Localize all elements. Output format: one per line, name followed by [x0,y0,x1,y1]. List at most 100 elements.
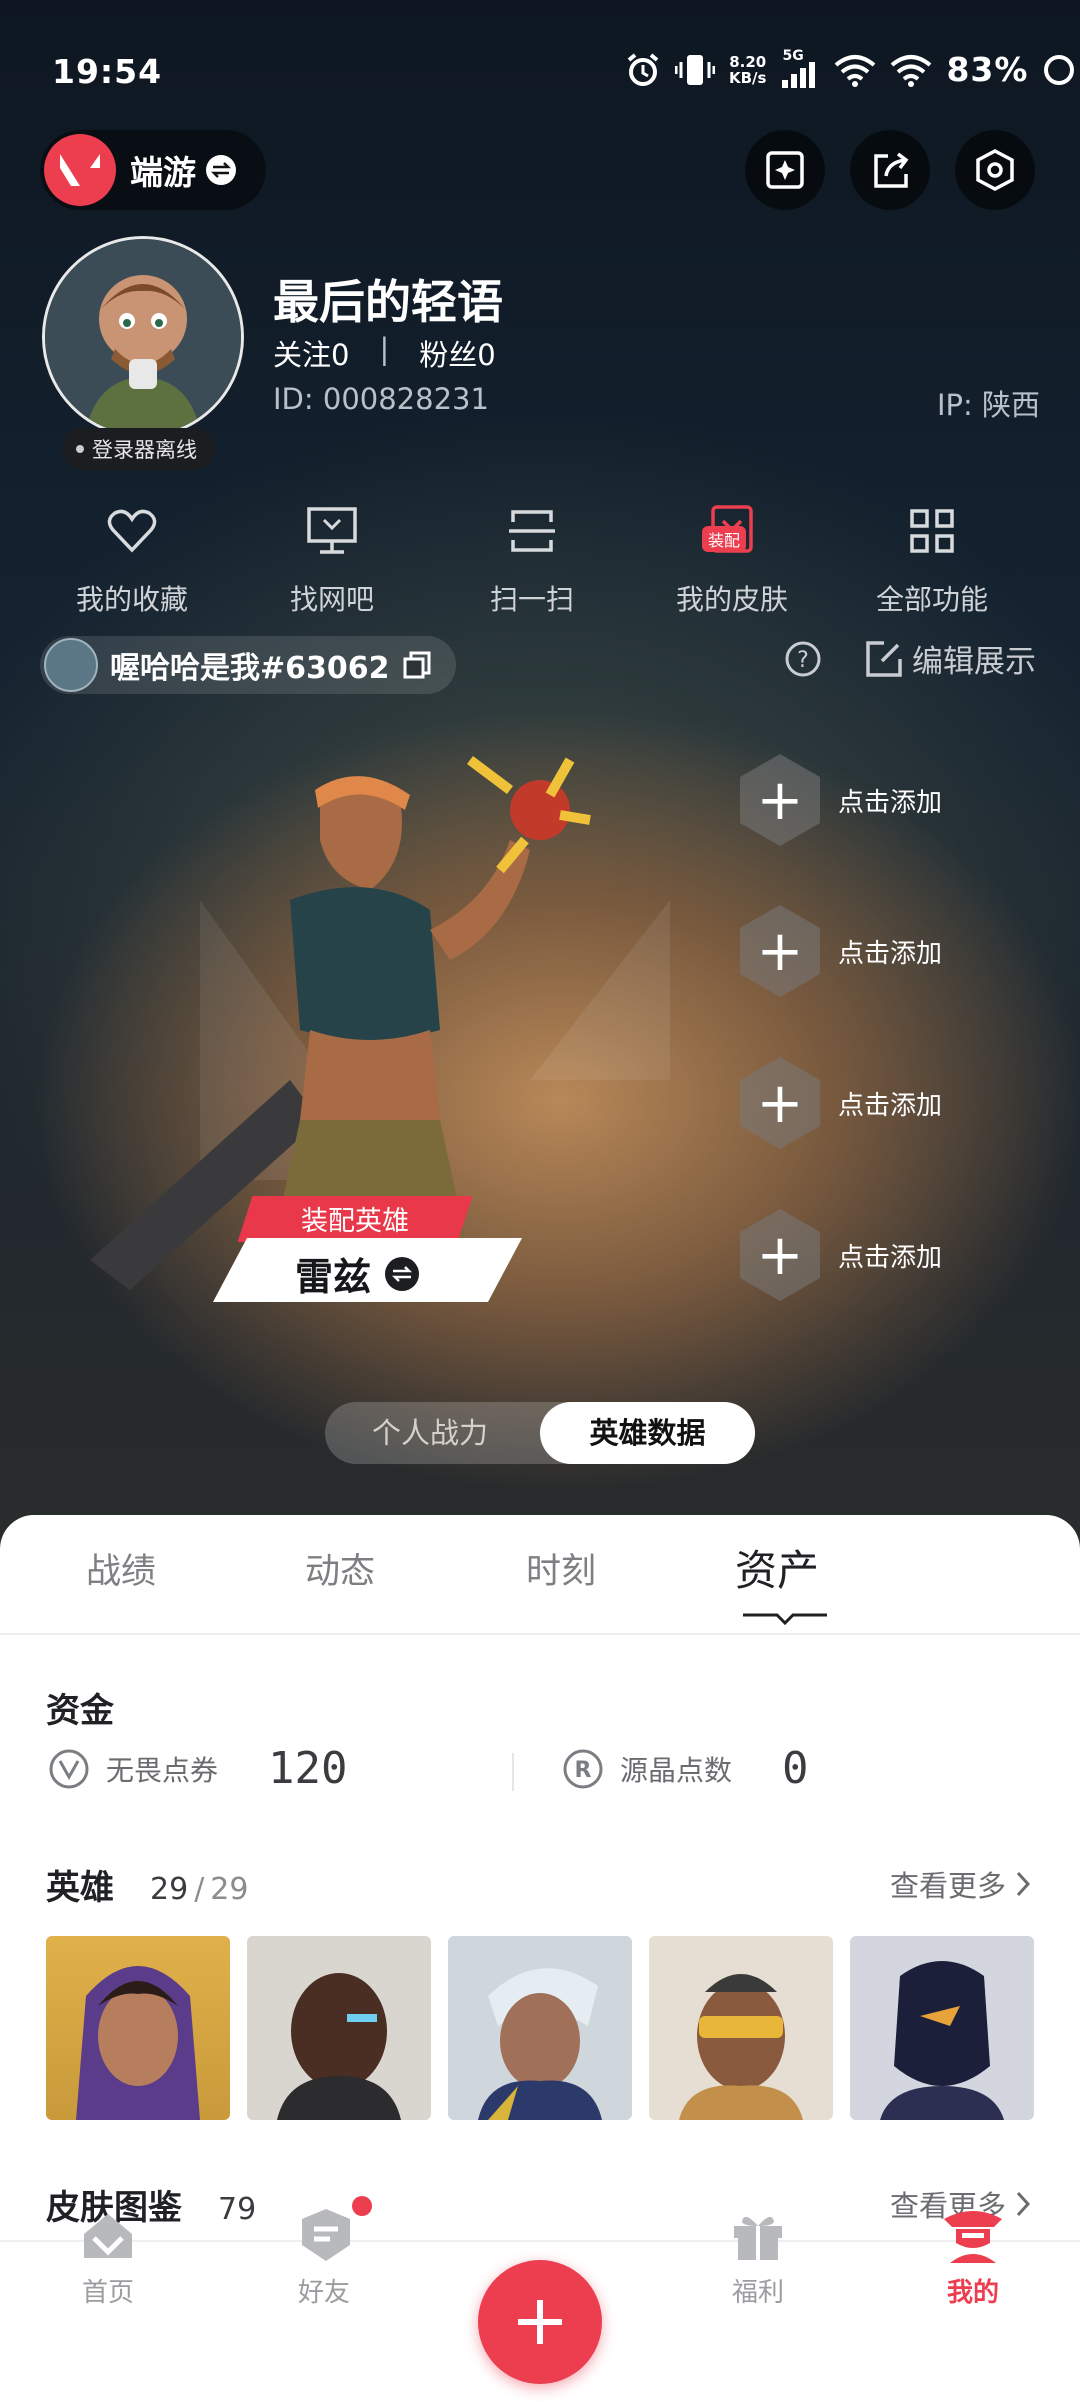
agent-portrait [478,1968,602,2120]
quick-menu-label: 扫一扫 [489,583,574,616]
add-slot-label: 点击添加 [838,1090,943,1121]
launcher-status-text: 登录器离线 [92,438,197,462]
rp-value: 0 [782,1743,809,1794]
riot-account-chip[interactable]: 喔哈哈是我#63062 [40,636,456,694]
agent-thumb[interactable] [649,1936,833,2120]
sparkle-frame-icon [766,151,804,189]
stats-separator: | [379,332,390,366]
quick-menu-label: 找网吧 [289,583,374,616]
add-slot-label: 点击添加 [838,1242,943,1273]
agent-portrait [277,1973,401,2120]
share-icon [874,152,909,188]
rp-row: R 源晶点数 0 [562,1743,809,1794]
offline-dot-icon [76,445,84,453]
cellular-signal-icon: 5G [780,48,820,88]
plus-icon [518,2300,562,2344]
rp-label: 源晶点数 [620,1753,733,1787]
skins-count: 79 [218,2192,257,2227]
agents-more-link[interactable]: 查看更多 [890,1863,1032,1905]
avatar[interactable] [42,236,244,438]
quick-menu-all-functions[interactable]: 全部功能 [832,496,1032,618]
vibrate-icon [675,54,715,85]
edit-showcase-button[interactable]: 编辑展示 [864,636,1036,681]
nav-home[interactable]: 首页 [48,2272,168,2309]
chevron-right-icon [1016,2191,1031,2217]
agents-slash: / [194,1872,205,1907]
tab-assets[interactable]: 资产 [735,1537,819,1598]
vp-value: 120 [268,1743,348,1794]
funds-divider [512,1753,514,1791]
agent-thumb[interactable] [448,1936,632,2120]
agent-name: 雷兹 [295,1255,372,1299]
add-slot-2[interactable]: + 点击添加 [740,905,942,997]
quick-menu-label: 我的收藏 [75,583,188,616]
plus-hex-icon: + [740,1209,820,1301]
quick-menu-skins[interactable]: 装配 我的皮肤 [632,496,832,618]
game-switch-pill[interactable]: 端游 [40,130,266,210]
active-tab-indicator [743,1613,827,1625]
toggle-agent-data[interactable]: 英雄数据 [540,1402,755,1464]
avatar-illustration [45,239,241,435]
friends-notification-dot [352,2196,372,2216]
tab-divider [0,1633,1080,1635]
agents-title: 英雄 [46,1868,114,1908]
quick-menu-favorites[interactable]: 我的收藏 [32,496,232,618]
scan-icon [509,510,555,552]
quick-menu: 我的收藏 找网吧 扫一扫 装配 我的皮肤 全部功能 [32,496,1032,618]
add-slot-1[interactable]: + 点击添加 [740,754,942,846]
add-slot-3[interactable]: + 点击添加 [740,1057,942,1149]
agent-portrait [679,1974,803,2120]
agent-thumb[interactable] [850,1936,1034,2120]
agent-thumb[interactable] [247,1936,431,2120]
edit-showcase-label: 编辑展示 [912,644,1036,680]
switch-arrows-icon [206,155,236,185]
plus-hex-icon: + [740,905,820,997]
heart-icon [107,509,157,553]
share-button[interactable] [850,130,930,210]
add-slot-4[interactable]: + 点击添加 [740,1209,942,1301]
quick-menu-label: 我的皮肤 [675,583,788,616]
network-speed: 8.20 KB/s [729,52,767,87]
sparkle-edit-button[interactable] [745,130,825,210]
settings-button[interactable] [955,130,1035,210]
vp-label: 无畏点券 [106,1753,219,1787]
battery-percent: 83% [946,50,1029,89]
quick-menu-label: 全部功能 [875,583,988,616]
follow-count[interactable]: 关注0 [273,332,349,374]
battery-ring-icon [1044,54,1075,85]
skins-header: 皮肤图鉴 79 [46,2180,256,2229]
valorant-points-icon [49,1749,89,1788]
riot-id: 喔哈哈是我#63062 [110,651,390,686]
fans-count[interactable]: 粉丝0 [419,332,495,374]
nav-friends[interactable]: 好友 [264,2272,384,2309]
create-post-button[interactable] [478,2260,602,2384]
chevron-right-icon [1016,1871,1031,1897]
help-icon[interactable]: ? [784,640,822,678]
agents-more-label: 查看更多 [889,1869,1006,1903]
nav-welfare[interactable]: 福利 [698,2272,818,2309]
add-slot-label: 点击添加 [838,938,943,969]
toggle-personal-power[interactable]: 个人战力 [325,1402,535,1464]
user-id: ID: 000828231 [273,382,489,416]
plus-hex-icon: + [740,754,820,846]
hex-settings-icon [976,149,1014,191]
agent-name-row[interactable]: 雷兹 [295,1246,420,1301]
alarm-icon [627,52,659,86]
stats-toggle: 个人战力 英雄数据 [325,1402,755,1464]
tab-record[interactable]: 战绩 [86,1543,156,1594]
game-switch-label: 端游 [130,153,196,192]
home-icon [80,2208,136,2264]
agent-thumb[interactable] [46,1936,230,2120]
tab-feed[interactable]: 动态 [305,1543,375,1594]
agents-header: 英雄 29 / 29 [46,1860,248,1909]
tab-moments[interactable]: 时刻 [526,1543,596,1594]
wifi-icon [835,54,876,87]
equip-tag-label: 装配英雄 [301,1206,409,1237]
quick-menu-internet-cafe[interactable]: 找网吧 [232,496,432,618]
copy-icon[interactable] [402,650,432,680]
agents-owned: 29 [150,1872,189,1907]
agent-portrait [880,1961,1004,2120]
nav-mine[interactable]: 我的 [913,2272,1033,2309]
add-slot-label: 点击添加 [838,787,943,818]
quick-menu-scan[interactable]: 扫一扫 [432,496,632,618]
